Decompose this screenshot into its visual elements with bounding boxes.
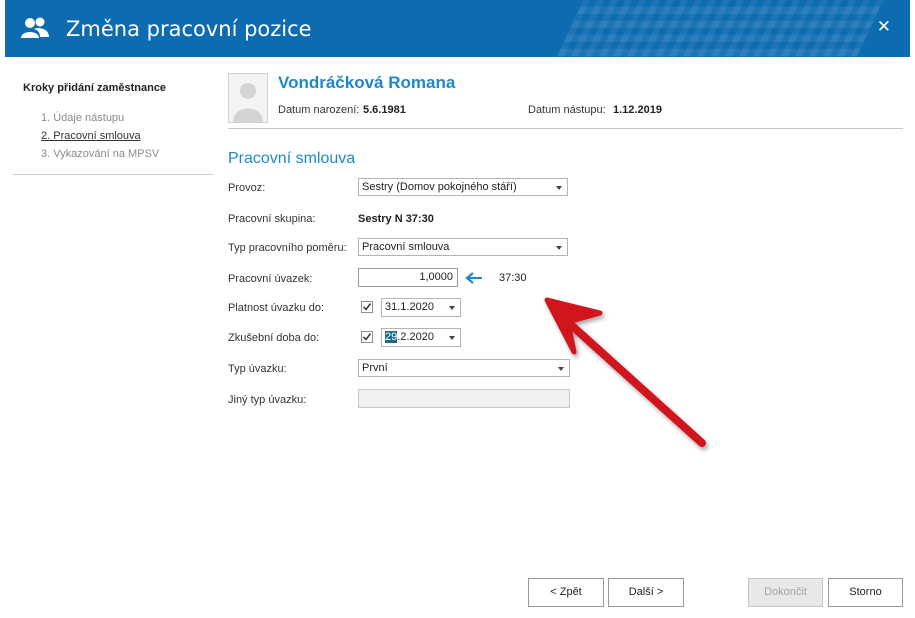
birth-date-value: 5.6.1981 (363, 104, 406, 116)
chevron-down-icon (556, 246, 562, 250)
chevron-down-icon (449, 336, 455, 340)
typ-uvazku-label: Typ úvazku: (228, 363, 287, 375)
step-udaje-nastupu[interactable]: 1. Údaje nástupu (41, 112, 124, 124)
uvazek-hours: 37:30 (499, 272, 527, 284)
platnost-date-picker[interactable]: 31.1.2020 (381, 298, 461, 317)
provoz-label: Provoz: (228, 182, 266, 194)
close-icon[interactable]: ✕ (877, 17, 891, 37)
section-title: Pracovní smlouva (228, 150, 356, 167)
typ-pomeru-value: Pracovní smlouva (362, 241, 450, 253)
checkmark-icon (362, 303, 372, 311)
step-pracovni-smlouva[interactable]: 2. Pracovní smlouva (41, 130, 141, 142)
arrow-left-icon[interactable] (465, 271, 483, 285)
uvazek-input[interactable]: 1,0000 (358, 268, 458, 287)
dialog-titlebar: Změna pracovní pozice ✕ (5, 0, 910, 57)
header-divider (228, 128, 903, 129)
pracovni-skupina-value: Sestry N 37:30 (358, 213, 434, 225)
chevron-down-icon (556, 186, 562, 190)
avatar (228, 73, 268, 123)
pracovni-skupina-label: Pracovní skupina: (228, 213, 316, 225)
typ-pomeru-label: Typ pracovního poměru: (228, 242, 347, 254)
zkusebni-date-picker[interactable]: 29.2.2020 (381, 328, 461, 347)
cancel-button[interactable]: Storno (828, 578, 903, 607)
zkusebni-checkbox[interactable] (361, 331, 373, 343)
jiny-typ-label: Jiný typ úvazku: (228, 394, 307, 406)
platnost-checkbox[interactable] (361, 301, 373, 313)
chevron-down-icon (449, 306, 455, 310)
step-vykazovani-mpsv[interactable]: 3. Vykazování na MPSV (41, 148, 159, 160)
provoz-select[interactable]: Sestry (Domov pokojného stáří) (358, 178, 568, 196)
provoz-value: Sestry (Domov pokojného stáří) (362, 181, 517, 193)
employee-name: Vondráčková Romana (278, 73, 456, 92)
titlebar-pattern (556, 0, 884, 57)
dialog-title: Změna pracovní pozice (66, 17, 312, 41)
platnost-date-value: 31.1.2020 (385, 301, 434, 313)
user-silhouette-icon (233, 83, 263, 122)
birth-date-label: Datum narození: (278, 104, 360, 116)
start-date-label: Datum nástupu: (528, 104, 606, 116)
red-arrow-icon (544, 297, 706, 447)
back-button[interactable]: < Zpět (528, 578, 604, 607)
start-date-value: 1.12.2019 (613, 104, 662, 116)
typ-pomeru-select[interactable]: Pracovní smlouva (358, 238, 568, 256)
typ-uvazku-value: První (362, 362, 388, 374)
next-button[interactable]: Další > (608, 578, 684, 607)
zkusebni-date-day-selected: 29 (385, 331, 398, 343)
platnost-label: Platnost úvazku do: (228, 302, 325, 314)
zkusebni-label: Zkušební doba do: (228, 332, 320, 344)
zkusebni-date-rest: .2.2020 (397, 331, 434, 343)
users-icon (21, 17, 49, 38)
checkmark-icon (362, 333, 372, 341)
finish-button: Dokončit (748, 578, 823, 607)
steps-title: Kroky přidání zaměstnance (23, 82, 167, 94)
steps-divider (13, 174, 213, 175)
uvazek-label: Pracovní úvazek: (228, 273, 313, 285)
